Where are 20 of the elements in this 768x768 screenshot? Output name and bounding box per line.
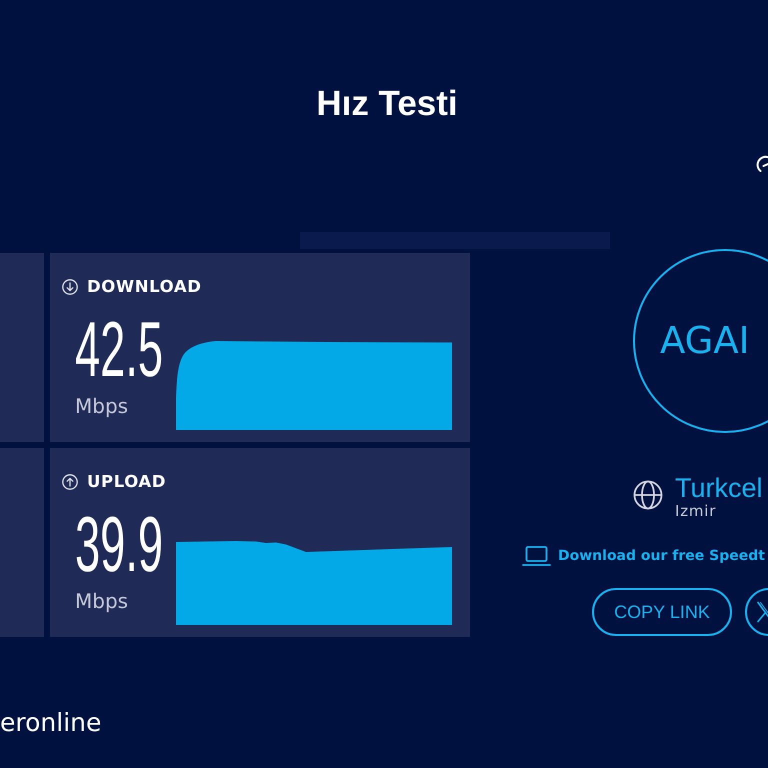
speed-unit: Mbps (75, 589, 128, 613)
site-name: eronline (0, 709, 102, 737)
globe-icon (633, 480, 663, 510)
arrow-down-circle-icon (62, 279, 78, 295)
share-button[interactable] (745, 588, 768, 636)
server-location: Izmir (675, 502, 716, 520)
x-logo-icon (757, 601, 768, 623)
speed-value: 42.5 (75, 319, 164, 379)
arrow-up-circle-icon (62, 474, 78, 490)
page-title: Hız Testi (316, 84, 458, 124)
laptop-icon (522, 546, 551, 566)
speed-unit: Mbps (75, 394, 128, 418)
gauge-icon[interactable] (755, 155, 768, 175)
result-label: UPLOAD (87, 474, 166, 490)
app-download-link[interactable]: Download our free Speedt (558, 546, 765, 566)
result-label: DOWNLOAD (87, 279, 202, 295)
provider-name: Turkcel (675, 474, 763, 502)
again-button[interactable]: AGAI (633, 249, 768, 433)
speed-value: 39.9 (75, 514, 164, 574)
copy-link-button[interactable]: COPY LINK (592, 588, 732, 636)
